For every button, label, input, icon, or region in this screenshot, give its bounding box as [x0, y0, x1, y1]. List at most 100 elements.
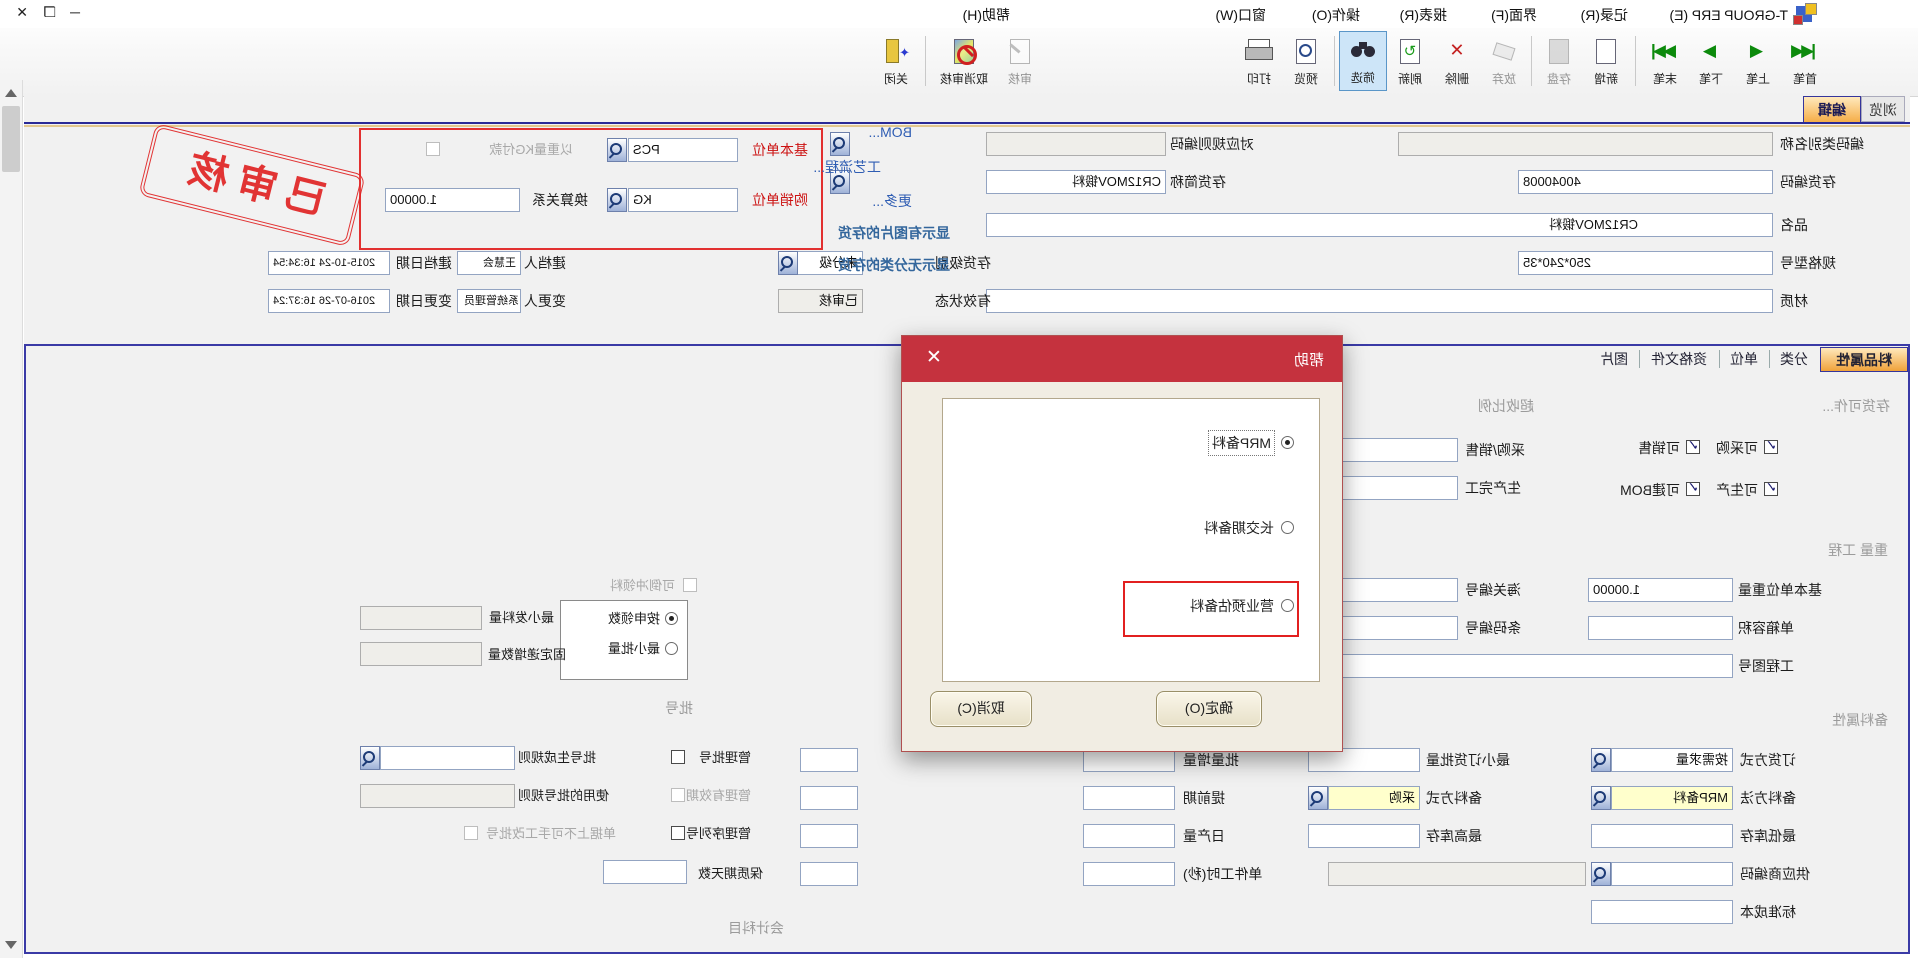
order-mode-lookup-button[interactable] — [1591, 748, 1611, 772]
tab-classification[interactable]: 分类 — [1772, 347, 1816, 372]
base-unit-lookup-button[interactable] — [607, 138, 627, 162]
max-stock-field[interactable] — [1308, 824, 1420, 848]
more-link[interactable]: 更多... — [872, 191, 912, 211]
long-lead-prep-label[interactable]: 长交期备料 — [1204, 518, 1274, 538]
material-field[interactable] — [986, 289, 1773, 313]
toolbar-prev-button[interactable]: ◀上笔 — [1734, 31, 1782, 91]
prep-mode-field[interactable]: 采购 — [1328, 786, 1420, 810]
mrp-prep-radio[interactable] — [1281, 436, 1294, 449]
dialog-close-icon[interactable]: ✕ — [926, 346, 942, 369]
prep-mode-lookup-button[interactable] — [1308, 786, 1328, 810]
extra-field-3[interactable] — [800, 824, 858, 848]
std-cost-field[interactable] — [1591, 900, 1733, 924]
ok-button[interactable]: 确定(O) — [1156, 691, 1262, 727]
scrollbar-thumb[interactable] — [2, 106, 20, 172]
menu-operate[interactable]: 操作(O) — [1312, 5, 1360, 25]
tab-picture[interactable]: 图片 — [1592, 347, 1636, 372]
mrp-prep-label[interactable]: MRP备料 — [1209, 431, 1274, 455]
spec-field[interactable]: 250*240*35 — [1518, 251, 1773, 275]
toolbar-audit-button[interactable]: 审核 — [996, 31, 1044, 91]
minimize-button[interactable]: ─ — [70, 4, 80, 20]
min-issue-field[interactable] — [360, 606, 482, 630]
manage-batch-checkbox[interactable] — [671, 750, 685, 764]
process-link[interactable]: 工艺流程... — [813, 157, 881, 177]
toolbar-delete-button[interactable]: ✕删除 — [1433, 31, 1481, 91]
supplier-lookup-button[interactable] — [1591, 862, 1611, 886]
level-lookup-button[interactable] — [778, 251, 798, 275]
show-unclassified-link[interactable]: 显示无分类的存货 — [838, 255, 950, 275]
batch-rule-lookup-button[interactable] — [360, 746, 380, 770]
toolbar-close-button[interactable]: ✦ 关闭 — [872, 31, 920, 91]
tab-qualification-files[interactable]: 资格文件 — [1642, 347, 1716, 372]
lead-time-field[interactable] — [1083, 786, 1175, 810]
menu-help[interactable]: 帮助(H) — [963, 5, 1010, 25]
manage-serial-checkbox[interactable] — [671, 826, 685, 840]
menu-window[interactable]: 窗口(W) — [1215, 5, 1266, 25]
toolbar-discard-button[interactable]: 放弃 — [1480, 31, 1528, 91]
scroll-up-icon[interactable] — [5, 89, 17, 97]
tab-unit[interactable]: 单位 — [1722, 347, 1766, 372]
toolbar-first-button[interactable]: |◀◀首笔 — [1781, 31, 1829, 91]
toolbar-refresh-button[interactable]: ↻刷新 — [1386, 31, 1434, 91]
conversion-field[interactable]: 1.00000 — [385, 188, 520, 212]
cancel-button[interactable]: 取消(C) — [930, 691, 1032, 727]
toolbar-preview-button[interactable]: 预览 — [1282, 31, 1330, 91]
bomable-checkbox[interactable] — [1686, 482, 1700, 496]
extra-field-4[interactable] — [800, 862, 858, 886]
producible-checkbox[interactable] — [1764, 482, 1778, 496]
toolbar-save-button[interactable]: 存盘 — [1535, 31, 1583, 91]
sales-forecast-prep-label[interactable]: 营业预估备料 — [1190, 596, 1274, 616]
scroll-down-icon[interactable] — [5, 941, 17, 949]
toolbar-last-button[interactable]: ▶▶|末笔 — [1641, 31, 1689, 91]
pay-by-weight-checkbox[interactable] — [426, 142, 440, 156]
order-mode-field[interactable]: 按需求量 — [1611, 748, 1733, 772]
sale-unit-lookup-button[interactable] — [607, 188, 627, 212]
menu-tgroup-erp[interactable]: T-GROUP ERP (E) — [1669, 5, 1788, 25]
sale-unit-field[interactable]: KG — [628, 188, 738, 212]
box-volume-field[interactable] — [1588, 616, 1733, 640]
extra-field-1[interactable] — [800, 748, 858, 772]
shelf-life-field[interactable] — [603, 860, 687, 884]
batch-rule-field[interactable] — [380, 746, 515, 770]
rule-code-field[interactable] — [986, 132, 1166, 156]
sales-forecast-prep-radio[interactable] — [1281, 599, 1294, 612]
daily-output-field[interactable] — [1083, 824, 1175, 848]
produce-finish-field[interactable] — [1328, 476, 1458, 500]
toolbar-new-button[interactable]: 新增 — [1582, 31, 1630, 91]
backflush-checkbox[interactable] — [683, 578, 697, 592]
toolbar-unaudit-button[interactable]: 取消审核 — [932, 31, 996, 91]
show-picture-link[interactable]: 显示有图片的存货 — [838, 223, 950, 243]
menu-record[interactable]: 记录(R) — [1581, 5, 1628, 25]
min-batch-radio[interactable] — [665, 642, 678, 655]
unit-hours-field[interactable] — [1083, 862, 1175, 886]
long-lead-prep-radio[interactable] — [1281, 521, 1294, 534]
dialog-title-bar[interactable]: 帮助 ✕ — [902, 336, 1342, 382]
vertical-scrollbar[interactable] — [0, 80, 23, 958]
prep-method-field[interactable]: MRP备料 — [1611, 786, 1733, 810]
toolbar-next-button[interactable]: ▶下笔 — [1687, 31, 1735, 91]
product-name-field[interactable]: CR12MOV锻料 — [986, 213, 1773, 237]
purchase-sale-field[interactable] — [1328, 438, 1458, 462]
supplier-code-field[interactable] — [1611, 862, 1733, 886]
fixed-increment-field[interactable] — [360, 642, 482, 666]
prep-method-lookup-button[interactable] — [1591, 786, 1611, 810]
close-button[interactable]: ✕ — [16, 4, 28, 21]
toolbar-print-button[interactable]: 打印 — [1235, 31, 1283, 91]
short-name-field[interactable]: CR12MOV锻料 — [986, 170, 1166, 194]
bom-link[interactable]: BOM... — [868, 124, 912, 140]
no-manual-batch-checkbox[interactable] — [464, 826, 478, 840]
extra-field-2[interactable] — [800, 786, 858, 810]
manage-expiry-checkbox[interactable] — [671, 788, 685, 802]
code-category-field[interactable] — [1398, 132, 1773, 156]
tab-browse[interactable]: 浏览 — [1861, 96, 1905, 122]
min-stock-field[interactable] — [1591, 824, 1733, 848]
sellable-checkbox[interactable] — [1686, 440, 1700, 454]
tab-item-attributes[interactable]: 料品属性 — [1820, 347, 1908, 372]
rule-code-lookup-button[interactable] — [830, 132, 850, 156]
toolbar-filter-button[interactable]: 筛选 — [1339, 31, 1387, 91]
unit-weight-field[interactable]: 1.00000 — [1588, 578, 1733, 602]
restore-button[interactable]: ❐ — [43, 4, 56, 21]
tab-edit[interactable]: 编辑 — [1803, 96, 1861, 124]
menu-interface[interactable]: 界面(F) — [1491, 5, 1537, 25]
purchasable-checkbox[interactable] — [1764, 440, 1778, 454]
